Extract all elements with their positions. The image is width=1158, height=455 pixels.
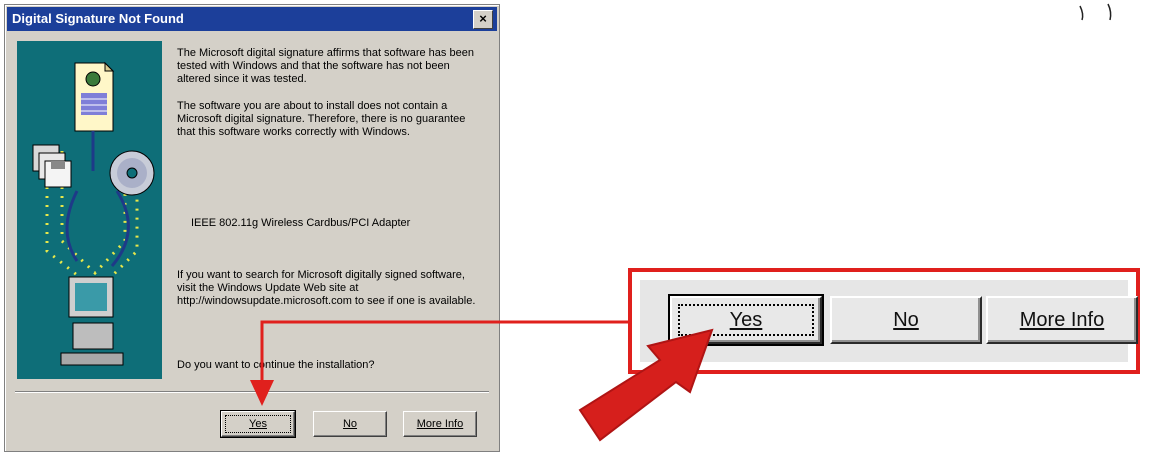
setup-illustration: [17, 41, 162, 379]
yes-button[interactable]: Yes: [220, 410, 296, 438]
message-text: The Microsoft digital signature affirms …: [177, 47, 477, 153]
separator: [15, 391, 489, 393]
floppy-disks-icon: [32, 144, 72, 188]
zoomed-yes-label: Yes: [729, 309, 763, 331]
edge-marks: [1079, 3, 1112, 21]
device-name: IEEE 802.11g Wireless Cardbus/PCI Adapte…: [191, 217, 411, 229]
close-button[interactable]: ×: [473, 10, 493, 29]
dialog-title: Digital Signature Not Found: [12, 11, 184, 26]
more-info-button[interactable]: More Info: [403, 411, 477, 437]
zoomed-yes-button[interactable]: Yes: [668, 294, 824, 346]
cd-icon: [109, 150, 155, 196]
more-info-button-label: More Info: [416, 418, 464, 430]
zoomed-more-info-label: More Info: [1019, 309, 1105, 331]
document-icon: [74, 61, 115, 132]
windows-update-text: If you want to search for Microsoft digi…: [177, 269, 476, 307]
signature-explanation: The Microsoft digital signature affirms …: [177, 47, 474, 85]
digital-signature-dialog: Digital Signature Not Found × The Micros…: [4, 4, 500, 452]
no-button[interactable]: No: [313, 411, 387, 437]
zoomed-no-button[interactable]: No: [830, 296, 982, 344]
no-signature-warning: The software you are about to install do…: [177, 100, 466, 138]
computer-icon: [60, 276, 124, 366]
zoomed-more-info-button[interactable]: More Info: [986, 296, 1138, 344]
title-bar: Digital Signature Not Found ×: [7, 7, 497, 31]
zoomed-no-label: No: [893, 309, 919, 331]
no-button-label: No: [342, 418, 358, 430]
zoomed-button-area: Yes No More Info: [640, 280, 1138, 362]
zoomed-button-callout: Yes No More Info: [628, 268, 1140, 374]
yes-button-label: Yes: [249, 418, 267, 430]
continue-question: Do you want to continue the installation…: [177, 359, 375, 371]
